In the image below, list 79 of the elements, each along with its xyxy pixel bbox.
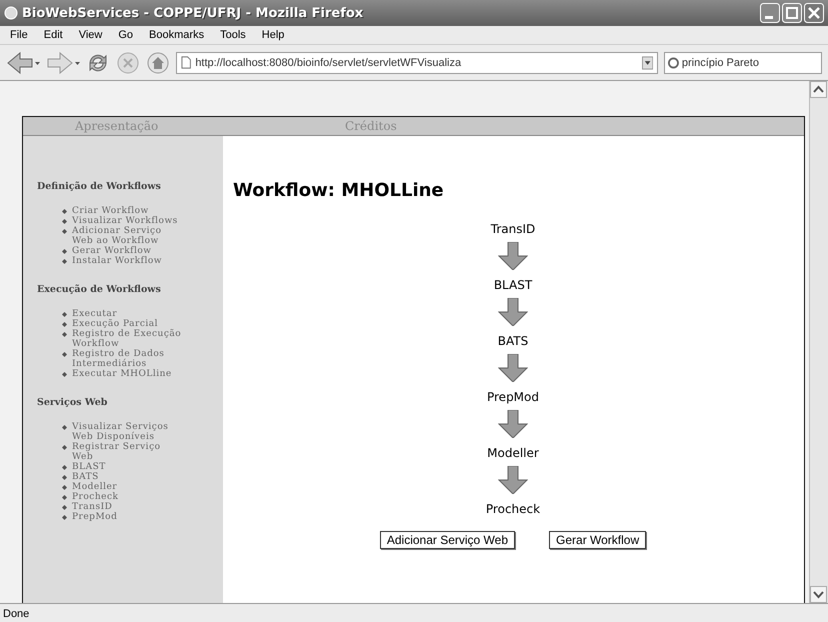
menu-item[interactable]: Go <box>110 29 142 41</box>
search-engine-icon <box>668 56 679 68</box>
menu-item[interactable]: File <box>2 29 36 41</box>
sidebar-link[interactable]: Registro de Execução Workflow <box>72 329 182 349</box>
sidebar-link[interactable]: Visualizar Workflows <box>72 216 178 226</box>
menu-item[interactable]: Help <box>254 29 292 41</box>
bullet-icon <box>62 332 67 337</box>
sidebar-link[interactable]: BLAST <box>72 462 106 472</box>
bullet-icon <box>62 312 67 317</box>
sidebar-link[interactable]: Executar MHOLline <box>72 369 172 379</box>
browser-icon <box>4 6 18 20</box>
sidebar-link[interactable]: Instalar Workflow <box>72 256 162 266</box>
bullet-icon <box>62 209 67 214</box>
workflow-step: TransID <box>490 221 536 237</box>
menu-item[interactable]: Bookmarks <box>141 29 212 41</box>
action-button[interactable]: Adicionar Serviço Web <box>380 531 516 549</box>
scroll-up-icon[interactable] <box>810 81 827 98</box>
sidebar-link[interactable]: Adicionar Serviço Web ao Workflow <box>72 226 182 246</box>
down-arrow-icon <box>498 354 528 382</box>
bullet-icon <box>62 352 67 357</box>
workflow-step: Modeller <box>487 445 539 461</box>
bullet-icon <box>62 259 67 264</box>
bullet-icon <box>62 249 67 254</box>
bullet-icon <box>62 445 67 450</box>
sidebar-link[interactable]: BATS <box>72 472 99 482</box>
sidebar-link[interactable]: Modeller <box>72 482 118 492</box>
sidebar-link[interactable]: TransID <box>72 502 112 512</box>
bullet-icon <box>62 485 67 490</box>
scroll-down-icon[interactable] <box>810 586 827 603</box>
sidebar-link[interactable]: Executar <box>72 309 118 319</box>
workflow-step: PrepMod <box>486 389 539 405</box>
search-field[interactable]: princípio Pareto <box>682 56 818 68</box>
scrollbar[interactable] <box>809 81 828 603</box>
down-arrow-icon <box>498 466 528 494</box>
dropdown-icon[interactable] <box>642 56 653 70</box>
sidebar-link[interactable]: Criar Workflow <box>72 206 149 216</box>
bullet-icon <box>62 229 67 234</box>
back-icon[interactable] <box>6 50 40 76</box>
status-text: Done <box>3 608 30 620</box>
close-icon[interactable] <box>804 3 824 23</box>
sidebar-link[interactable]: Registro de Dados Intermediários <box>72 349 182 369</box>
menu-item[interactable]: Tools <box>212 29 254 41</box>
address-bar[interactable]: http://localhost:8080/bioinfo/servlet/servletWFVisualiza <box>176 52 658 74</box>
maximize-icon[interactable] <box>782 3 802 23</box>
sidebar-link[interactable]: Registrar Serviço Web <box>72 442 182 462</box>
sidebar-link[interactable]: Execução Parcial <box>72 319 158 329</box>
down-arrow-icon <box>498 242 528 270</box>
forward-icon[interactable] <box>46 50 80 76</box>
sidebar-heading: Execução de Workflows <box>37 284 162 295</box>
address-field[interactable]: http://localhost:8080/bioinfo/servlet/servletWFVisualiza <box>195 56 638 68</box>
down-arrow-icon <box>498 410 528 438</box>
bullet-icon <box>62 425 67 430</box>
page-icon <box>181 56 192 69</box>
bullet-icon <box>62 372 67 377</box>
workflow-step: BLAST <box>494 277 532 293</box>
sidebar-link[interactable]: PrepMod <box>72 512 118 522</box>
bullet-icon <box>62 505 67 510</box>
sidebar-link[interactable]: Procheck <box>72 492 118 502</box>
bullet-icon <box>62 475 67 480</box>
bullet-icon <box>62 219 67 224</box>
down-arrow-icon <box>498 298 528 326</box>
search-box[interactable]: princípio Pareto <box>664 52 822 74</box>
minimize-icon[interactable] <box>760 3 780 23</box>
bullet-icon <box>62 515 67 520</box>
home-icon[interactable] <box>146 50 170 74</box>
window-title: BioWebServices - COPPE/UFRJ - Mozilla Firefox <box>22 6 364 20</box>
bullet-icon <box>62 495 67 500</box>
workflow-step: BATS <box>498 333 528 349</box>
sidebar-heading: Definição de Workflows <box>37 181 162 192</box>
action-button[interactable]: Gerar Workflow <box>549 531 646 549</box>
bullet-icon <box>62 465 67 470</box>
sidebar-link[interactable]: Gerar Workflow <box>72 246 152 256</box>
menu-item[interactable]: View <box>70 29 110 41</box>
bullet-icon <box>62 322 67 327</box>
sidebar-heading: Serviços Web <box>37 397 108 408</box>
page-heading: Workflow: MHOLLine <box>233 180 445 201</box>
workflow-step: Procheck <box>486 501 540 517</box>
sidebar-link[interactable]: Visualizar Serviços Web Disponíveis <box>72 422 182 442</box>
menu-item[interactable]: Edit <box>36 29 71 41</box>
